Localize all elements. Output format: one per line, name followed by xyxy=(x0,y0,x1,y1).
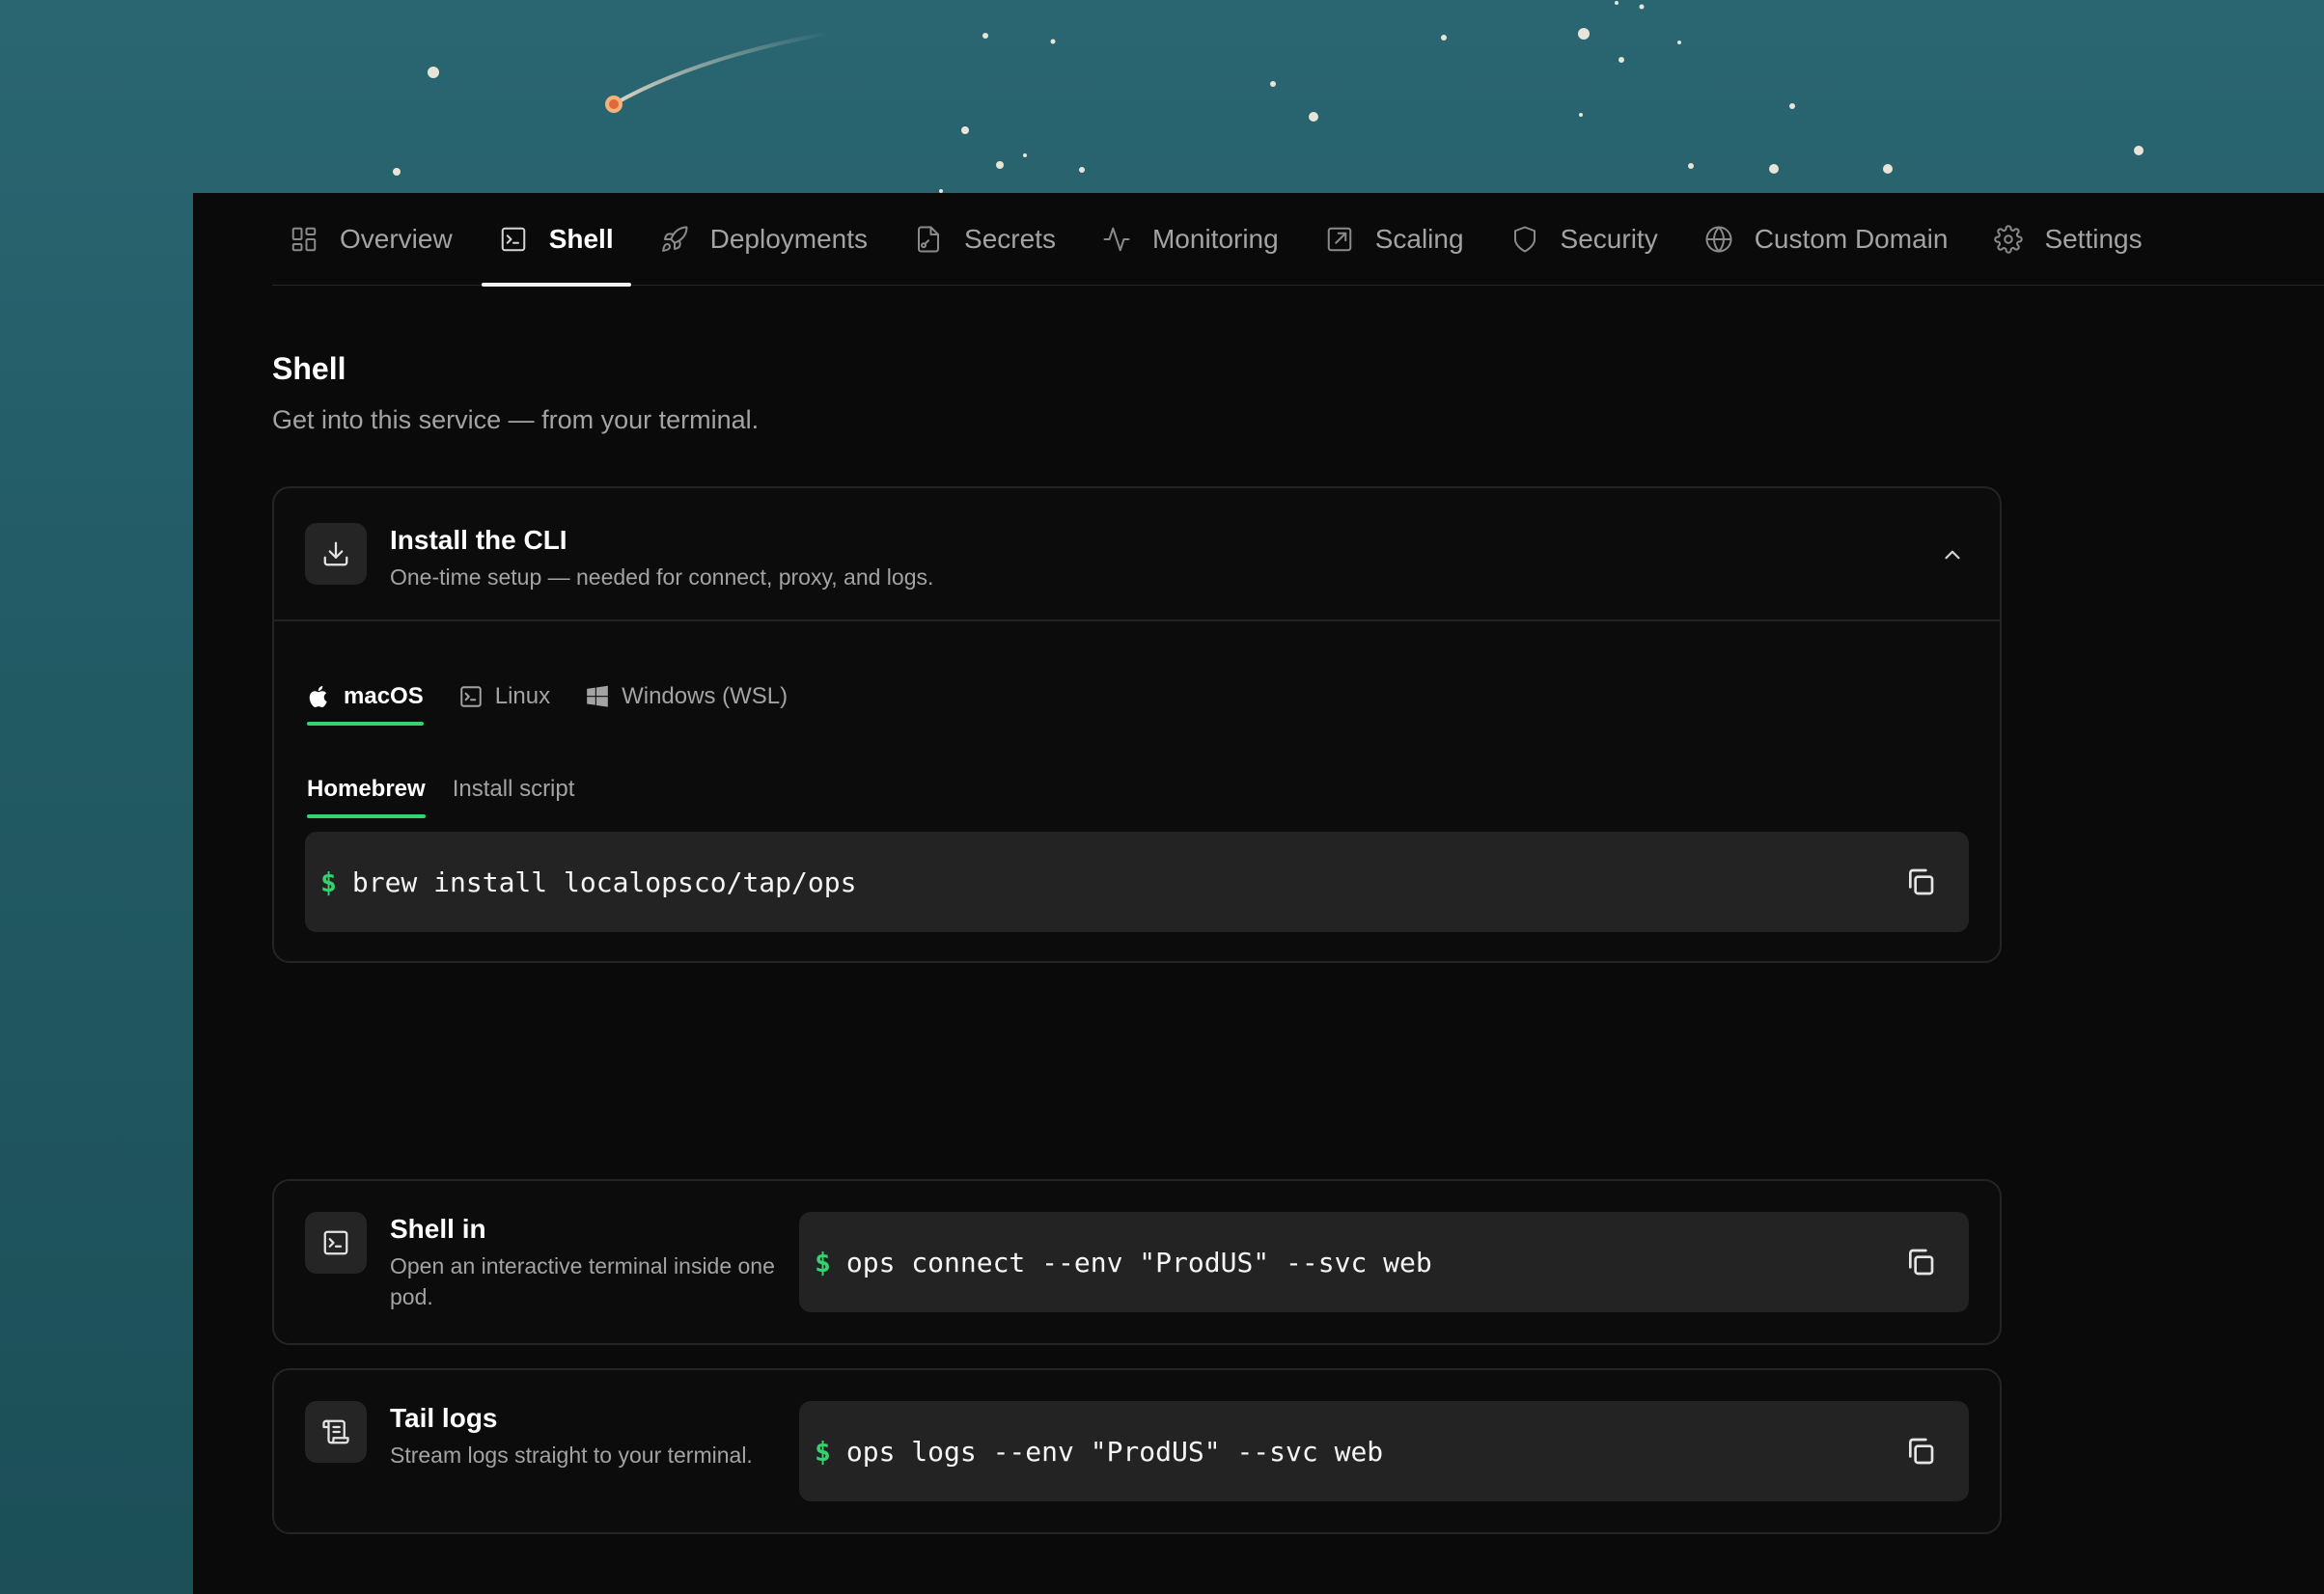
activity-icon xyxy=(1103,227,1130,251)
tab-label: Settings xyxy=(2044,223,2143,254)
terminal-icon xyxy=(323,1230,348,1255)
install-cli-title: Install the CLI xyxy=(390,525,567,555)
external-link-icon xyxy=(1327,227,1351,251)
tab-label: Security xyxy=(1560,223,1658,254)
grid-icon xyxy=(291,227,317,251)
windows-icon xyxy=(587,685,608,707)
tab-shell[interactable]: Shell xyxy=(481,193,631,287)
tab-label: Custom Domain xyxy=(1754,223,1949,254)
tab-label: Monitoring xyxy=(1151,223,1279,254)
prompt-symbol: $ xyxy=(320,866,337,898)
tab-custom-domain[interactable]: Custom Domain xyxy=(1687,193,1966,286)
install-command[interactable]: brew install localopsco/tap/ops xyxy=(352,866,857,898)
tab-label: Shell xyxy=(548,223,614,254)
tab-deployments[interactable]: Deployments xyxy=(643,193,885,286)
method-tab-homebrew[interactable]: Homebrew xyxy=(307,760,426,818)
tab-scaling[interactable]: Scaling xyxy=(1308,193,1481,286)
copy-icon[interactable] xyxy=(1905,866,1936,897)
os-tab-label: Windows (WSL) xyxy=(622,683,788,709)
rocket-icon xyxy=(661,225,688,252)
service-tab-bar: Overview Shell Deployments Secrets Monit… xyxy=(272,193,2324,287)
install-cli-description: One-time setup — needed for connect, pro… xyxy=(390,564,934,590)
copy-icon[interactable] xyxy=(1905,1436,1936,1467)
os-tab-windows[interactable]: Windows (WSL) xyxy=(585,668,788,726)
scroll-text-icon xyxy=(322,1419,349,1444)
os-tabs: macOS Linux Windows (WSL) xyxy=(307,668,822,726)
tail-logs-command[interactable]: ops logs --env "ProdUS" --svc web xyxy=(846,1436,1383,1468)
download-icon xyxy=(323,541,348,566)
logs-icon-box xyxy=(305,1401,367,1463)
page-title: Shell xyxy=(272,351,346,386)
gear-icon xyxy=(1994,224,2024,254)
apple-icon xyxy=(309,685,327,707)
install-icon-box xyxy=(305,523,367,585)
globe-icon xyxy=(1705,226,1732,252)
os-tab-label: Linux xyxy=(494,683,551,709)
shell-icon-box xyxy=(305,1212,367,1274)
terminal-icon xyxy=(459,686,482,707)
tab-security[interactable]: Security xyxy=(1493,193,1675,286)
shell-in-command[interactable]: ops connect --env "ProdUS" --svc web xyxy=(846,1247,1432,1278)
tab-overview[interactable]: Overview xyxy=(272,193,470,286)
prompt-symbol: $ xyxy=(815,1246,831,1278)
tail-logs-title: Tail logs xyxy=(390,1403,498,1433)
install-method-tabs: Homebrew Install script xyxy=(307,760,601,818)
starry-background xyxy=(393,1,2144,193)
copy-icon[interactable] xyxy=(1905,1247,1936,1278)
tab-label: Secrets xyxy=(964,223,1056,254)
tab-settings[interactable]: Settings xyxy=(1977,193,2159,286)
shell-in-card: Shell in Open an interactive terminal in… xyxy=(272,1179,2002,1345)
tail-logs-command-block: $ ops logs --env "ProdUS" --svc web xyxy=(799,1401,1969,1501)
os-tab-macos[interactable]: macOS xyxy=(307,668,424,726)
shell-in-title: Shell in xyxy=(390,1214,486,1244)
prompt-symbol: $ xyxy=(815,1435,831,1468)
shield-icon xyxy=(1513,226,1536,252)
os-tab-label: macOS xyxy=(344,683,424,709)
tail-logs-description: Stream logs straight to your terminal. xyxy=(390,1443,753,1468)
chevron-up-icon[interactable] xyxy=(1940,542,1965,567)
install-cli-card: Install the CLI One-time setup — needed … xyxy=(272,486,2002,963)
page-subtitle: Get into this service — from your termin… xyxy=(272,405,760,434)
service-panel: Overview Shell Deployments Secrets Monit… xyxy=(193,193,2324,1594)
file-key-icon xyxy=(918,226,940,252)
install-command-block: $ brew install localopsco/tap/ops xyxy=(305,832,1969,932)
os-tab-linux[interactable]: Linux xyxy=(458,668,550,726)
tab-label: Overview xyxy=(340,223,453,254)
tab-label: Scaling xyxy=(1374,223,1464,254)
method-tab-install-script[interactable]: Install script xyxy=(453,760,575,818)
tab-label: Deployments xyxy=(709,223,869,254)
install-cli-header[interactable]: Install the CLI One-time setup — needed … xyxy=(274,488,2000,621)
tab-monitoring[interactable]: Monitoring xyxy=(1085,193,1296,286)
terminal-icon xyxy=(501,227,525,251)
shell-in-description: Open an interactive terminal inside one … xyxy=(390,1253,775,1309)
tab-secrets[interactable]: Secrets xyxy=(897,193,1073,286)
tail-logs-card: Tail logs Stream logs straight to your t… xyxy=(272,1368,2002,1534)
shell-in-command-block: $ ops connect --env "ProdUS" --svc web xyxy=(799,1212,1969,1312)
